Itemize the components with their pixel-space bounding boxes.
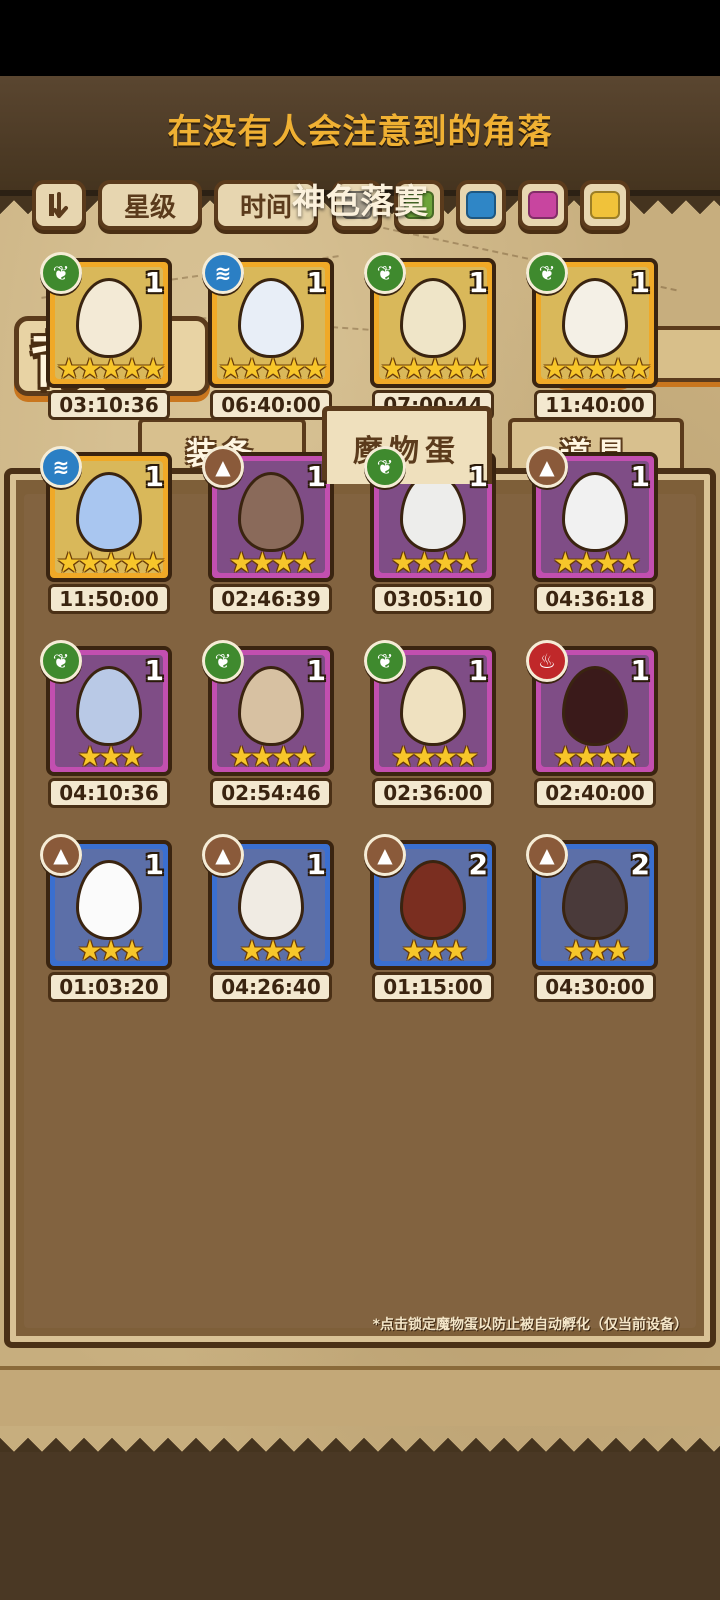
hatch-timer: 01:03:20 [48,972,170,1002]
hatch-timer: 04:10:36 [48,778,170,808]
earth-element-icon: ▲ [526,834,568,876]
water-element-icon: ≋ [40,446,82,488]
egg-count: 1 [144,848,164,881]
hatch-timer: 02:40:00 [534,778,656,808]
hatch-timer: 02:36:00 [372,778,494,808]
earth-element-icon: ▲ [526,446,568,488]
star-rating: ★★★ [563,934,630,967]
egg-card[interactable]: ❦ 1 ★★★★ 02:54:46 [202,640,340,808]
egg-card[interactable]: ❦ 1 ★★★★★ 11:40:00 [526,252,664,420]
egg-card[interactable]: ▲ 1 ★★★★ 02:46:39 [202,446,340,614]
star-rating: ★★★★★ [218,352,328,385]
egg-card[interactable]: ♨ 1 ★★★★ 02:40:00 [526,640,664,808]
star-rating: ★★★★ [552,740,641,773]
egg-card[interactable]: ❦ 1 ★★★★ 02:36:00 [364,640,502,808]
egg-card[interactable]: ≋ 1 ★★★★★ 06:40:00 [202,252,340,420]
egg-count: 1 [468,460,488,493]
star-rating: ★★★ [239,934,306,967]
egg-count: 1 [144,654,164,687]
leaf-element-icon: ❦ [364,252,406,294]
egg-count: 1 [630,266,650,299]
star-rating: ★★★★★ [56,546,166,579]
bottom-bar [0,1452,720,1600]
hatch-timer: 04:26:40 [210,972,332,1002]
leaf-element-icon: ❦ [40,252,82,294]
hatch-timer: 02:46:39 [210,584,332,614]
water-element-icon: ≋ [202,252,244,294]
egg-card[interactable]: ❦ 1 ★★★★★ 07:00:44 [364,252,502,420]
leaf-element-icon: ❦ [364,640,406,682]
earth-element-icon: ▲ [364,834,406,876]
hatch-timer: 06:40:00 [210,390,332,420]
hatch-timer: 04:30:00 [534,972,656,1002]
hatch-timer: 04:36:18 [534,584,656,614]
star-rating: ★★★★ [228,546,317,579]
leaf-element-icon: ❦ [202,640,244,682]
egg-count: 1 [630,460,650,493]
hatch-timer: 03:10:36 [48,390,170,420]
egg-card[interactable]: ▲ 1 ★★★★ 04:36:18 [526,446,664,614]
star-rating: ★★★ [401,934,468,967]
egg-card[interactable]: ▲ 1 ★★★ 04:26:40 [202,834,340,1002]
egg-card[interactable]: ▲ 1 ★★★ 01:03:20 [40,834,178,1002]
auto-hatch-footnote: *点击锁定魔物蛋以防止被自动孵化（仅当前设备） [372,1317,688,1333]
leaf-element-icon: ❦ [364,446,406,488]
egg-count: 1 [306,654,326,687]
hatch-timer: 11:40:00 [534,390,656,420]
egg-count: 1 [630,654,650,687]
egg-count: 2 [468,848,488,881]
star-rating: ★★★★★ [56,352,166,385]
earth-element-icon: ▲ [202,834,244,876]
egg-count: 1 [144,266,164,299]
earth-element-icon: ▲ [40,834,82,876]
fire-element-icon: ♨ [526,640,568,682]
star-rating: ★★★ [77,740,144,773]
status-bar [0,0,720,76]
star-rating: ★★★★ [390,740,479,773]
egg-count: 1 [468,654,488,687]
earth-element-icon: ▲ [202,446,244,488]
hatch-timer: 01:15:00 [372,972,494,1002]
star-rating: ★★★★ [390,546,479,579]
hatch-timer: 02:54:46 [210,778,332,808]
egg-card[interactable]: ≋ 1 ★★★★★ 11:50:00 [40,446,178,614]
star-rating: ★★★★ [228,740,317,773]
bottom-band [0,1366,720,1426]
leaf-element-icon: ❦ [40,640,82,682]
star-rating: ★★★★ [552,546,641,579]
leaf-element-icon: ❦ [526,252,568,294]
egg-card[interactable]: ❦ 1 ★★★ 04:10:36 [40,640,178,808]
star-rating: ★★★★★ [380,352,490,385]
egg-count: 1 [306,266,326,299]
hatch-timer: 11:50:00 [48,584,170,614]
egg-count: 2 [630,848,650,881]
game-scene: 在没有人会注意到的角落 神色落寞 背包 装备 魔物蛋 道具 星级 时间 ❦1★★… [0,76,720,1600]
tab-monster-eggs[interactable]: 魔物蛋 [322,406,492,484]
hatch-timer: 03:05:10 [372,584,494,614]
star-rating: ★★★★★ [542,352,652,385]
star-rating: ★★★ [77,934,144,967]
banner-title: 在没有人会注意到的角落 [167,112,553,152]
egg-card[interactable]: ❦ 1 ★★★★★ 03:10:36 [40,252,178,420]
egg-count: 1 [306,848,326,881]
egg-count: 1 [468,266,488,299]
egg-count: 1 [144,460,164,493]
egg-card[interactable]: ▲ 2 ★★★ 01:15:00 [364,834,502,1002]
egg-count: 1 [306,460,326,493]
egg-card[interactable]: ▲ 2 ★★★ 04:30:00 [526,834,664,1002]
player-status-text: 神色落寞 [292,182,428,222]
